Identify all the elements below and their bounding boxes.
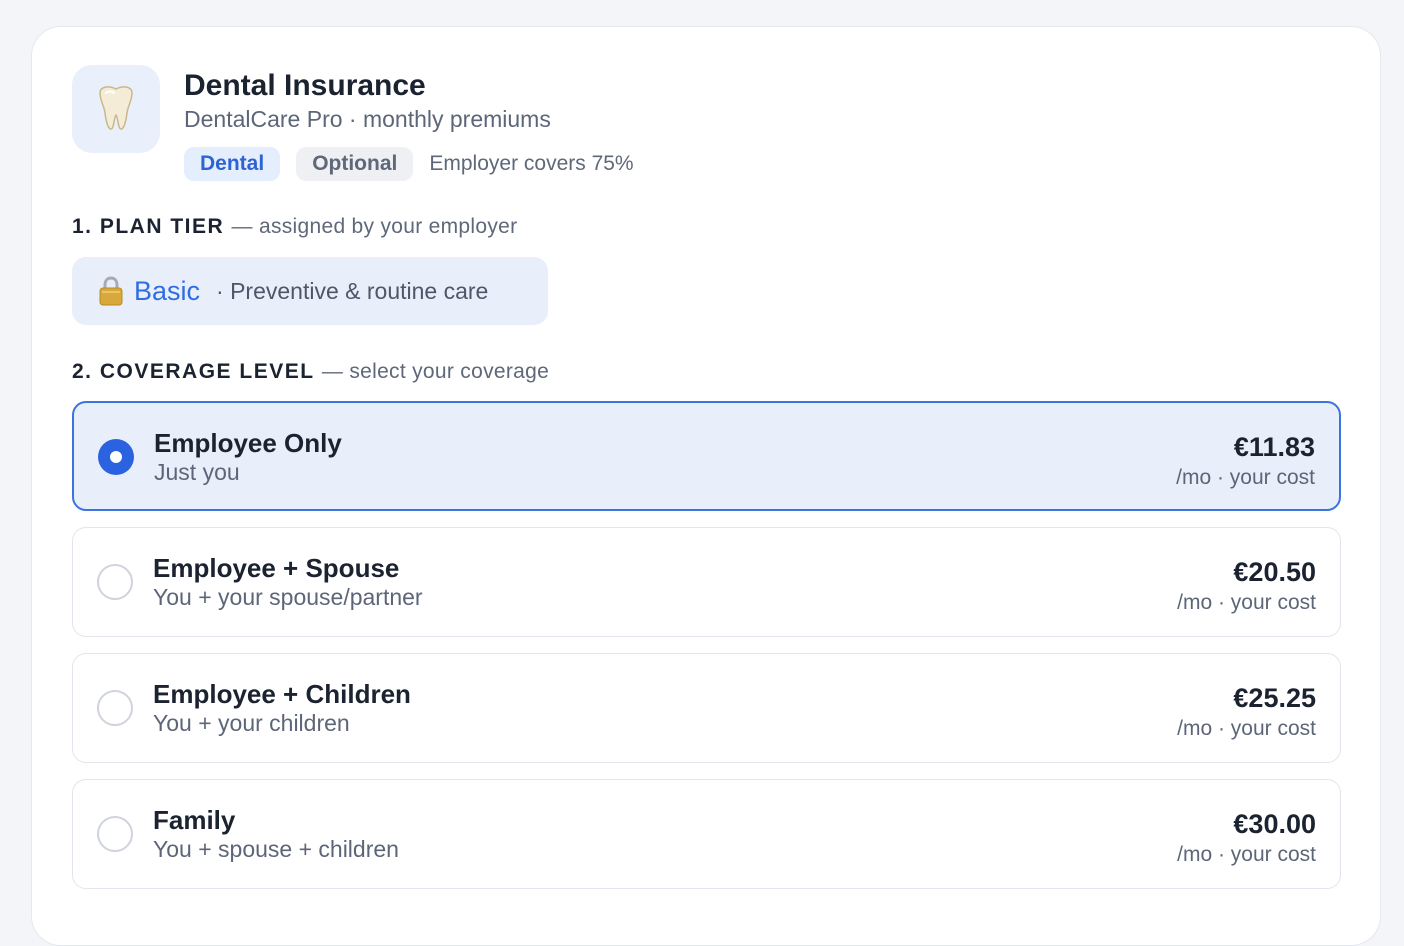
option-price-note: /mo · your cost [1176,466,1315,489]
option-price: €25.25 [1233,683,1316,713]
plan-tier-label: 1. PLAN TIER — assigned by your employer [72,215,517,239]
option-price: €11.83 [1233,432,1315,462]
option-price-note: /mo · your cost [1177,591,1316,614]
plan-tier-hint: — assigned by your employer [231,215,518,238]
coverage-level-label: 2. COVERAGE LEVEL — select your coverage [72,360,549,384]
coverage-option-employee-children[interactable]: Employee + Children You + your children … [72,653,1341,763]
option-name: Employee Only [154,428,342,458]
option-price-note: /mo · your cost [1177,843,1316,866]
lock-icon [99,276,123,306]
status-badge: Optional [296,147,414,181]
plan-tier-box: Basic · Preventive & routine care [72,257,548,325]
option-price: €30.00 [1233,809,1316,839]
option-name: Family [153,805,236,835]
badge-row: Dental Optional Employer covers 75% [184,147,784,181]
coverage-level-hint: — select your coverage [321,360,550,383]
plan-tier-step: 1. PLAN TIER [72,215,225,238]
plan-subtitle: DentalCare Pro · monthly premiums [184,106,551,132]
option-description: You + spouse + children [153,836,399,862]
coverage-option-employee-only[interactable]: Employee Only Just you €11.83 /mo · your… [72,401,1341,511]
option-name: Employee + Spouse [153,553,400,583]
radio-button-selected[interactable] [98,439,134,475]
employer-note: Employer covers 75% [429,152,634,175]
option-description: You + your spouse/partner [153,584,423,610]
coverage-option-family[interactable]: Family You + spouse + children €30.00 /m… [72,779,1341,889]
tooth-icon [72,65,160,153]
category-badge: Dental [184,147,281,181]
radio-button[interactable] [97,816,133,852]
option-description: You + your children [153,710,350,736]
radio-button[interactable] [97,690,133,726]
coverage-level-step: 2. COVERAGE LEVEL [72,360,315,383]
option-price-note: /mo · your cost [1177,717,1316,740]
dental-insurance-card: Dental Insurance DentalCare Pro · monthl… [31,26,1381,946]
option-name: Employee + Children [153,679,411,709]
plan-tier-name: Basic [134,275,201,306]
coverage-option-employee-spouse[interactable]: Employee + Spouse You + your spouse/part… [72,527,1341,637]
plan-tier-description: · Preventive & routine care [216,277,489,304]
option-description: Just you [154,459,240,485]
plan-title: Dental Insurance [184,69,426,102]
option-price: €20.50 [1233,557,1316,587]
radio-button[interactable] [97,564,133,600]
